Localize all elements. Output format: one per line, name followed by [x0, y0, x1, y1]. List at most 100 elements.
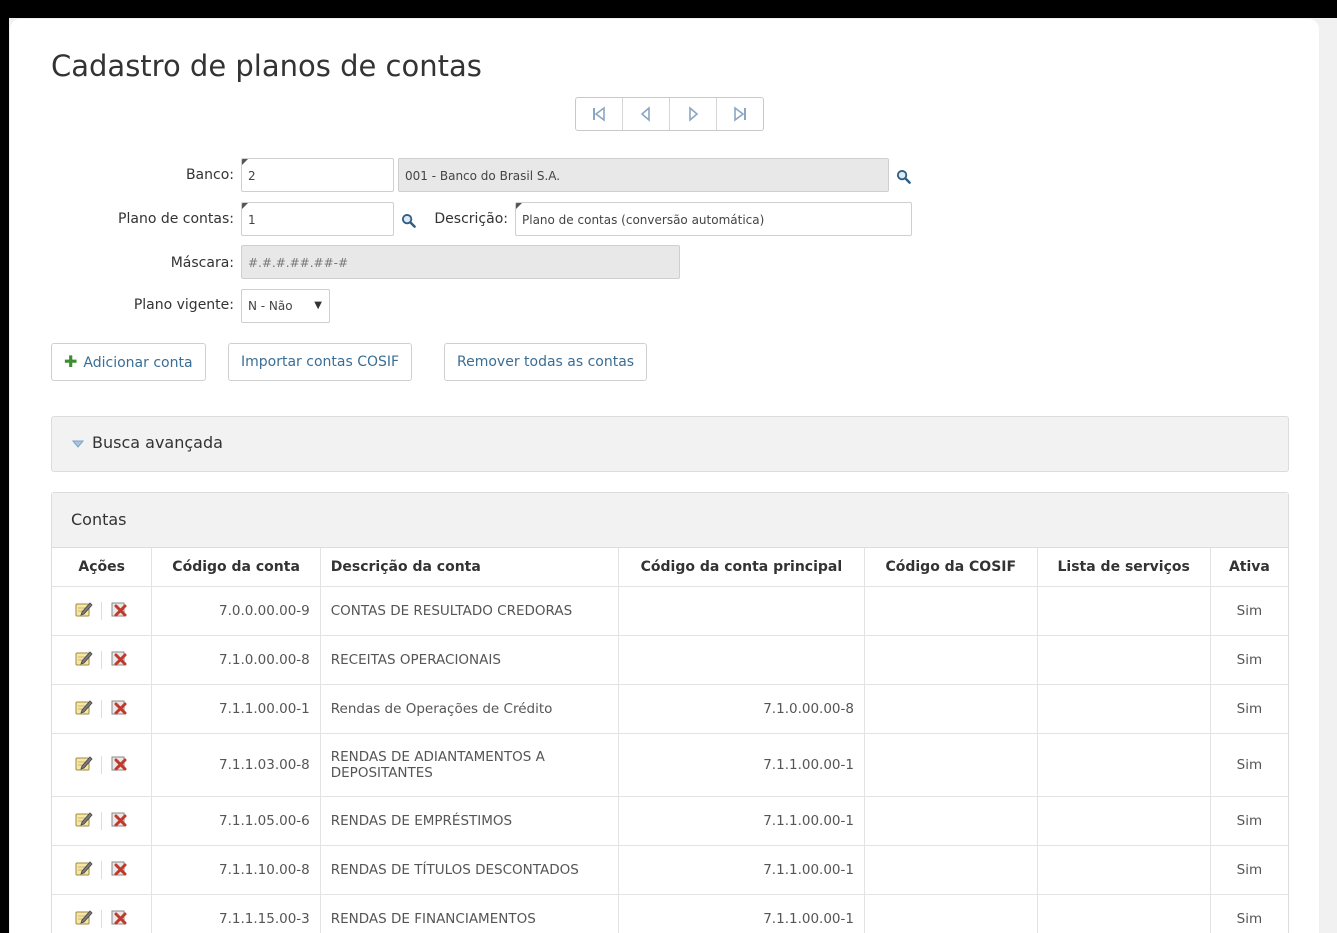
cell-principal — [618, 635, 865, 685]
cell-codigo: 7.1.1.00.00-1 — [151, 684, 321, 734]
edit-icon[interactable] — [75, 859, 93, 881]
dropdown-arrow-icon: ▼ — [314, 300, 322, 311]
accounts-table: Ações Código da conta Descrição da conta Có… — [52, 548, 1288, 933]
plano-label: Plano de contas: — [118, 211, 234, 227]
divider — [101, 812, 103, 830]
remove-all-label: Remover todas as contas — [457, 354, 635, 370]
cell-cosif — [864, 635, 1038, 685]
edit-icon[interactable] — [75, 908, 93, 930]
delete-icon[interactable] — [110, 859, 128, 881]
column-header: Ativa — [1210, 548, 1288, 587]
accounts-title: Contas — [52, 493, 1288, 548]
edit-icon[interactable] — [75, 698, 93, 720]
cell-cosif — [864, 796, 1038, 846]
banco-name-field: 001 - Banco do Brasil S.A. — [398, 158, 889, 192]
row-actions — [52, 684, 153, 734]
cell-servicos — [1037, 586, 1211, 636]
app-frame: Cadastro de planos de contas Banco: 2 00… — [9, 18, 1337, 933]
cell-servicos — [1037, 796, 1211, 846]
expand-triangle-icon — [72, 440, 84, 448]
accounts-panel: Contas Ações Código da conta Descrição da … — [51, 492, 1289, 933]
delete-icon[interactable] — [110, 649, 128, 671]
cell-principal: 7.1.1.00.00-1 — [618, 894, 865, 933]
cell-cosif — [864, 845, 1038, 895]
mascara-field: #.#.#.##.##-# — [241, 245, 680, 279]
cell-principal — [618, 586, 865, 636]
cell-servicos — [1037, 845, 1211, 895]
cell-descricao: RENDAS DE TÍTULOS DESCONTADOS — [320, 845, 619, 895]
previous-page-icon — [640, 106, 650, 122]
table-header-row: Ações Código da conta Descrição da conta Có… — [52, 548, 1288, 587]
record-pager — [575, 97, 764, 131]
cell-codigo: 7.1.1.15.00-3 — [151, 894, 321, 933]
column-header: Código da conta principal — [618, 548, 865, 587]
table-row: 7.1.1.00.00-1 Rendas de Operações de Créd… — [52, 684, 1288, 734]
column-header: Código da COSIF — [864, 548, 1038, 587]
plano-input[interactable]: 1 — [241, 202, 394, 236]
cell-cosif — [864, 733, 1038, 797]
descricao-input[interactable]: Plano de contas (conversão automática) — [515, 202, 912, 236]
input-marker — [242, 159, 248, 165]
search-icon[interactable] — [896, 169, 911, 184]
cell-descricao: RECEITAS OPERACIONAIS — [320, 635, 619, 685]
search-icon[interactable] — [401, 213, 416, 228]
divider — [101, 910, 103, 928]
column-header: Código da conta — [151, 548, 321, 587]
banco-name-value: 001 - Banco do Brasil S.A. — [405, 169, 561, 183]
vigente-select[interactable]: N - Não ▼ — [241, 289, 330, 323]
column-header: Ações — [52, 548, 153, 587]
next-page-button[interactable] — [670, 98, 717, 130]
edit-icon[interactable] — [75, 649, 93, 671]
delete-icon[interactable] — [110, 600, 128, 622]
cell-ativa: Sim — [1210, 733, 1288, 797]
divider — [101, 756, 103, 774]
add-account-button[interactable]: ✚ Adicionar conta — [51, 343, 206, 381]
delete-icon[interactable] — [110, 754, 128, 776]
delete-icon[interactable] — [110, 698, 128, 720]
cell-ativa: Sim — [1210, 684, 1288, 734]
descricao-value: Plano de contas (conversão automática) — [522, 213, 765, 227]
cell-codigo: 7.1.1.05.00-6 — [151, 796, 321, 846]
cell-codigo: 7.1.1.10.00-8 — [151, 845, 321, 895]
table-body: 7.0.0.00.00-9 CONTAS DE RESULTADO CREDORA… — [52, 586, 1288, 933]
cell-codigo: 7.0.0.00.00-9 — [151, 586, 321, 636]
last-page-icon — [734, 106, 746, 122]
plano-value: 1 — [248, 213, 256, 227]
add-account-label: Adicionar conta — [83, 355, 193, 371]
banco-code-input[interactable]: 2 — [241, 158, 394, 192]
row-actions — [52, 796, 153, 846]
remove-all-button[interactable]: Remover todas as contas — [444, 343, 648, 381]
descricao-label: Descrição: — [434, 211, 508, 227]
cell-cosif — [864, 894, 1038, 933]
page-title: Cadastro de planos de contas — [51, 49, 482, 83]
previous-page-button[interactable] — [623, 98, 670, 130]
edit-icon[interactable] — [75, 600, 93, 622]
column-header: Lista de serviços — [1037, 548, 1211, 587]
scrollbar[interactable] — [1320, 18, 1337, 933]
edit-icon[interactable] — [75, 754, 93, 776]
cell-servicos — [1037, 733, 1211, 797]
banco-label: Banco: — [185, 167, 234, 183]
table-row: 7.1.1.10.00-8 RENDAS DE TÍTULOS DESCONTAD… — [52, 845, 1288, 895]
last-page-button[interactable] — [717, 98, 763, 130]
divider — [101, 700, 103, 718]
delete-icon[interactable] — [110, 810, 128, 832]
edit-icon[interactable] — [75, 810, 93, 832]
import-cosif-button[interactable]: Importar contas COSIF — [228, 343, 413, 381]
row-actions — [52, 635, 153, 685]
cell-principal: 7.1.1.00.00-1 — [618, 796, 865, 846]
table-row: 7.1.1.15.00-3 RENDAS DE FINANCIAMENTOS 7.1… — [52, 894, 1288, 933]
first-page-button[interactable] — [576, 98, 623, 130]
cell-codigo: 7.1.1.03.00-8 — [151, 733, 321, 797]
table-row: 7.1.1.03.00-8 RENDAS DE ADIANTAMENTOS A D… — [52, 733, 1288, 797]
advanced-search-panel: Busca avançada — [51, 416, 1289, 472]
cell-descricao: RENDAS DE ADIANTAMENTOS A DEPOSITANTES — [320, 733, 619, 797]
plus-icon: ✚ — [64, 352, 78, 371]
divider — [101, 651, 103, 669]
row-actions — [52, 586, 153, 636]
mascara-label: Máscara: — [170, 255, 234, 271]
delete-icon[interactable] — [110, 908, 128, 930]
cell-principal: 7.1.1.00.00-1 — [618, 845, 865, 895]
advanced-search-toggle[interactable]: Busca avançada — [72, 433, 223, 452]
table-row: 7.1.1.05.00-6 RENDAS DE EMPRÉSTIMOS 7.1.1.… — [52, 796, 1288, 846]
